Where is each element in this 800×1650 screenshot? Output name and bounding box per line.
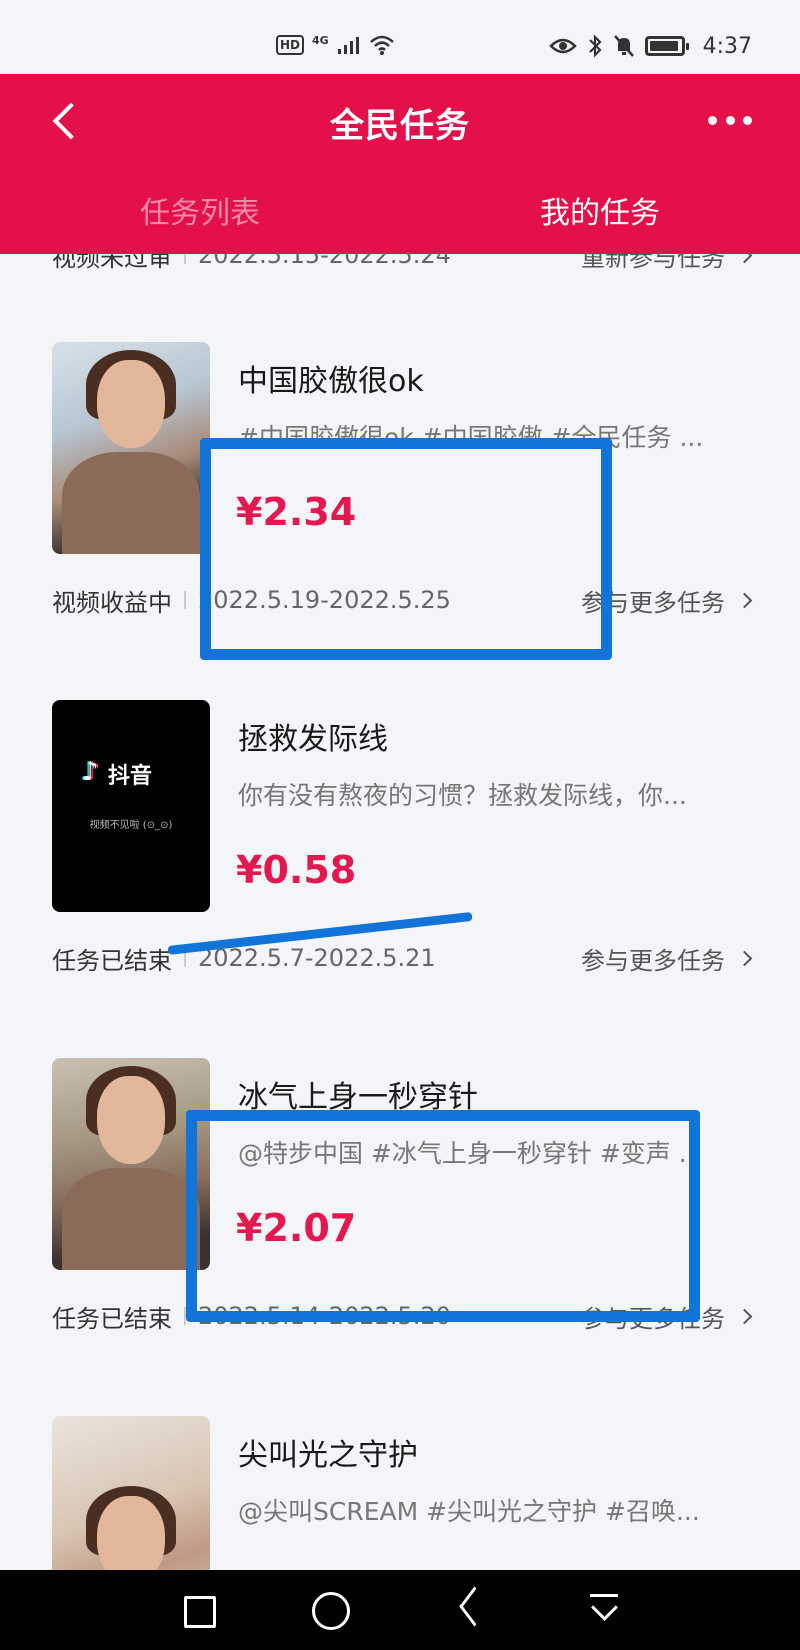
douyin-logo-text: 抖音 [108,764,153,789]
douyin-note-icon [82,757,102,787]
rejoin-task-link[interactable]: 重新参与任务 [581,254,753,273]
task-earnings: ¥0.58 [236,848,357,892]
status-right: 4:37 [548,30,752,62]
status-bar: HD 4G 4:37 [0,0,800,74]
task-description: 你有没有熬夜的习惯？拯救发际线，你... [238,781,687,810]
more-dot-icon [708,115,717,125]
page-title: 全民任务 [330,106,470,146]
video-missing-note: 视频不见啦 (⊙_⊙) [89,820,173,831]
home-button[interactable] [310,1590,350,1630]
chevron-right-icon [736,254,753,263]
tab-bar: 任务列表 我的任务 [0,184,800,244]
mute-icon [613,35,634,57]
task-status: 视频收益中 [52,588,172,617]
more-tasks-link[interactable]: 参与更多任务 [581,941,753,976]
task-status: 视频未过审 [52,254,172,272]
partial-task-meta: 视频未过审 2022.5.15-2022.5.24 重新参与任务 [52,254,753,273]
task-card[interactable]: 抖音 视频不见啦 (⊙_⊙) 拯救发际线 你有没有熬夜的习惯？拯救发际线，你..… [0,700,800,1000]
more-dot-icon [725,115,735,125]
task-list: 视频未过审 2022.5.15-2022.5.24 重新参与任务 中国胶傲很ok… [0,254,800,1570]
task-status: 任务已结束 [52,1304,172,1333]
person-face [97,1496,165,1570]
chevron-right-icon [736,950,753,966]
task-status: 任务已结束 [52,946,172,975]
douyin-logo: 抖音 [82,757,153,790]
more-dot-icon [743,115,752,125]
bluetooth-icon [588,34,602,58]
person-body [62,1168,200,1270]
app-header: 全民任务 任务列表 我的任务 [0,74,800,254]
task-title: 中国胶傲很ok [238,364,424,399]
person-face [97,360,165,448]
task-title: 尖叫光之守护 [238,1438,418,1473]
chevron-right-icon [736,1308,753,1324]
person-face [97,1076,165,1164]
task-card[interactable]: 尖叫光之守护 @尖叫SCREAM #尖叫光之守护 #召唤... [0,1416,800,1570]
status-left: HD 4G [276,30,395,60]
hd-badge: HD [276,35,305,55]
task-title: 拯救发际线 [238,722,388,757]
meta-divider [184,591,186,609]
task-thumbnail[interactable] [52,1416,210,1570]
notification-pulldown-button[interactable] [584,1590,624,1630]
more-options-button[interactable] [708,112,752,128]
system-nav-bar [0,1570,800,1650]
task-description: @尖叫SCREAM #尖叫光之守护 #召唤... [238,1497,700,1526]
chevron-right-icon [736,592,753,608]
annotation-box [186,1110,700,1322]
task-dates: 2022.5.7-2022.5.21 [198,944,436,972]
task-thumbnail[interactable] [52,342,210,554]
clock: 4:37 [702,33,752,59]
recent-apps-button[interactable] [176,1590,216,1630]
signal-icon [337,37,359,54]
task-dates: 2022.5.15-2022.5.24 [198,254,451,269]
rejoin-task-label: 重新参与任务 [581,254,725,272]
more-tasks-label: 参与更多任务 [581,946,725,975]
meta-divider [184,254,186,264]
tab-my-tasks[interactable]: 我的任务 [400,184,800,244]
nav-back-button[interactable] [450,1590,490,1630]
battery-icon [644,36,689,56]
wifi-icon [369,35,394,55]
task-meta: 任务已结束 2022.5.7-2022.5.21 参与更多任务 [52,940,753,976]
tab-task-list[interactable]: 任务列表 [0,184,400,244]
network-type: 4G [312,33,329,47]
task-thumbnail[interactable]: 抖音 视频不见啦 (⊙_⊙) [52,700,210,912]
eye-icon [548,38,577,54]
annotation-box [200,438,612,660]
person-body [62,452,200,554]
